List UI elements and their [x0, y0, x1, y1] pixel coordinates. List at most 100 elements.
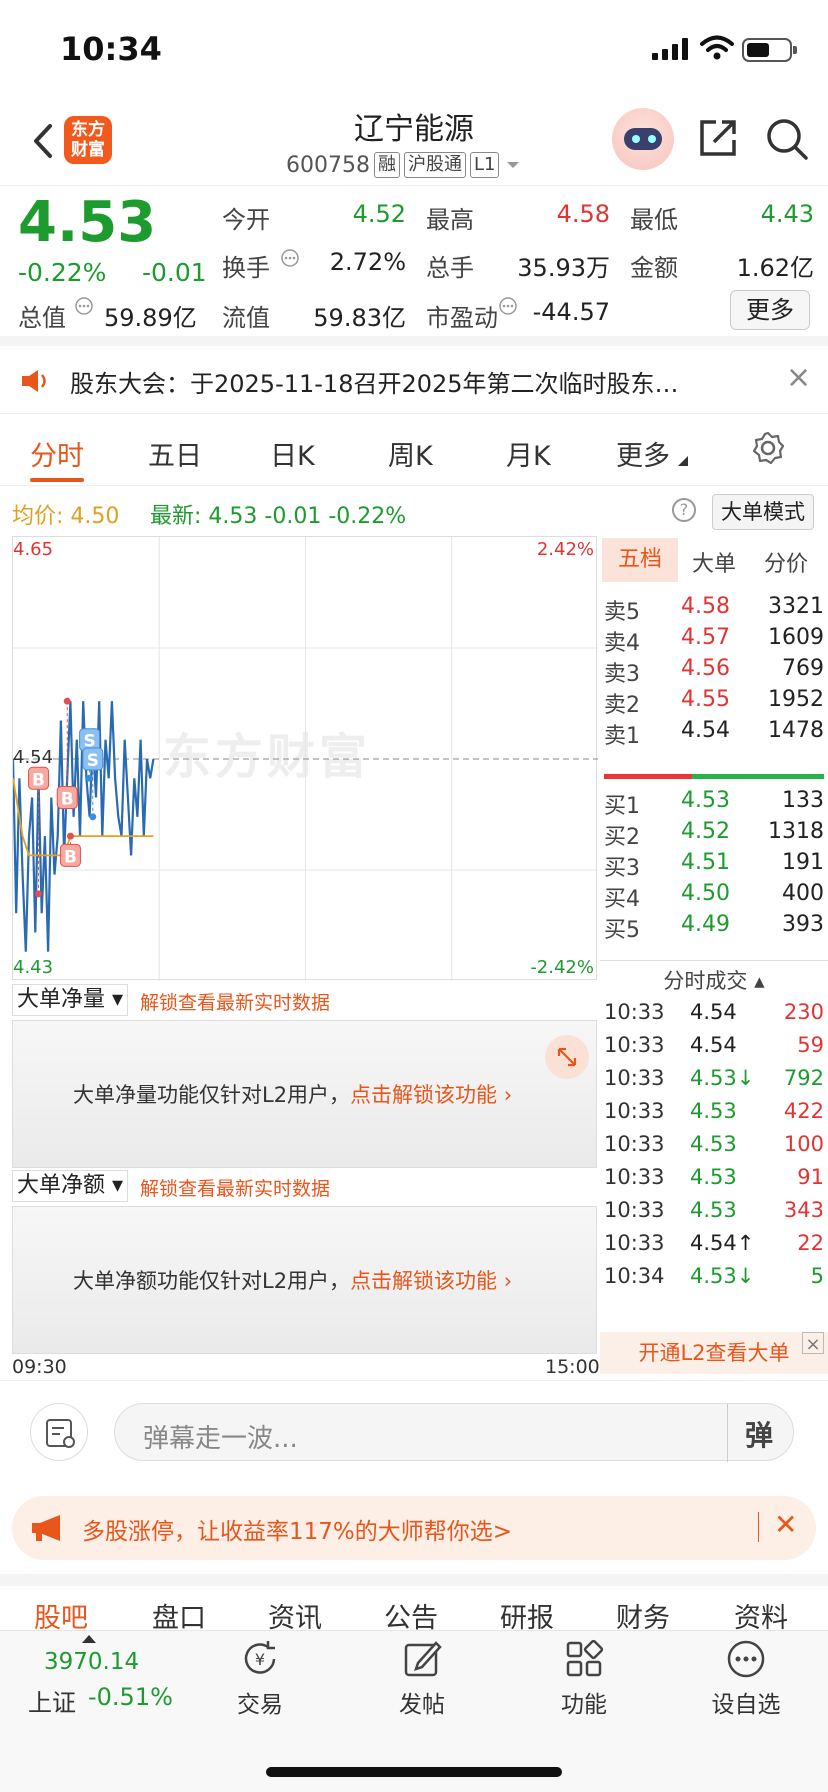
search-icon[interactable] — [764, 116, 810, 162]
chart-tabs: 分时 五日 日K 周K 月K 更多 — [0, 414, 828, 486]
ask-row[interactable]: 卖5 4.58 3321 — [600, 594, 824, 628]
promo-banner[interactable]: 多股涨停，让收益率117%的大师帮你选> ✕ — [12, 1496, 816, 1560]
x-start-label: 09:30 — [12, 1356, 67, 1378]
index-value[interactable]: 3970.14 — [44, 1649, 139, 1675]
market-cap-label: 总值 — [18, 304, 66, 332]
bid-row[interactable]: 买2 4.52 1318 — [600, 819, 824, 853]
info-dots-icon[interactable] — [498, 296, 518, 316]
trade-dot — [35, 890, 43, 898]
ask-row[interactable]: 卖3 4.56 769 — [600, 656, 824, 690]
danmu-settings-icon[interactable] — [30, 1403, 88, 1461]
tick-volume: 91 — [797, 1165, 824, 1189]
pe-value: -44.57 — [532, 298, 610, 326]
tab-price-dist[interactable]: 分价 — [764, 546, 808, 578]
home-indicator — [266, 1767, 562, 1777]
bid-row[interactable]: 买5 4.49 393 — [600, 912, 824, 946]
tab-weekly-k[interactable]: 周K — [388, 434, 433, 473]
tick-row: 10:33 4.54↑ 22 — [600, 1231, 824, 1263]
tick-price: 4.54 — [690, 1000, 737, 1024]
bid-volume: 133 — [782, 788, 824, 813]
tab-intraday[interactable]: 分时 — [30, 434, 84, 473]
index-name[interactable]: 上证 — [28, 1683, 76, 1718]
close-icon[interactable]: × — [802, 1332, 824, 1355]
tab-more[interactable]: 更多 — [616, 434, 670, 473]
speaker-icon — [22, 370, 46, 392]
unlock-feature-link-2[interactable]: 点击解锁该功能 › — [350, 1269, 512, 1293]
svg-text:¥: ¥ — [255, 1650, 265, 1669]
tick-row: 10:33 4.53 422 — [600, 1099, 824, 1131]
unlock-link-1[interactable]: 解锁查看最新实时数据 — [140, 988, 330, 1015]
bid-label: 买1 — [604, 794, 640, 819]
bid-price: 4.51 — [681, 850, 730, 875]
info-dots-icon[interactable] — [280, 248, 300, 268]
tab-five-day[interactable]: 五日 — [148, 434, 202, 473]
notice-text[interactable]: 股东大会：于2025-11-18召开2025年第二次临时股东… — [70, 364, 679, 399]
stock-header: 东方 财富 辽宁能源 600758 融 沪股通 L1 — [0, 100, 828, 186]
bid-row[interactable]: 买4 4.50 400 — [600, 881, 824, 915]
marker-label: B — [61, 790, 74, 810]
tick-row: 10:33 4.53 91 — [600, 1165, 824, 1197]
expand-icon[interactable] — [545, 1035, 589, 1079]
tab-daily-k[interactable]: 日K — [270, 434, 315, 473]
danmu-placeholder: 弹幕走一波... — [143, 1424, 298, 1454]
indicator-select-2[interactable]: 大单净额 ▾ — [12, 1170, 129, 1202]
assistant-robot-icon[interactable] — [612, 108, 674, 170]
tab-big-orders[interactable]: 大单 — [692, 546, 736, 578]
orderbook-tabs: 五档 大单 分价 — [600, 536, 828, 586]
more-button[interactable]: 更多 — [730, 290, 810, 330]
corner-triangle-icon — [678, 456, 688, 466]
ask-row[interactable]: 卖2 4.55 1952 — [600, 687, 824, 721]
close-icon[interactable]: ✕ — [774, 1508, 797, 1541]
tick-volume: 792 — [783, 1066, 824, 1090]
tab-five-levels[interactable]: 五档 — [602, 538, 678, 582]
chart-svg: BBBSS — [13, 537, 598, 981]
marker-label: S — [87, 751, 99, 771]
unlock-link-2[interactable]: 解锁查看最新实时数据 — [140, 1174, 330, 1201]
ask-label: 卖4 — [604, 631, 640, 656]
indicator-select-1[interactable]: 大单净量 ▾ — [12, 984, 129, 1016]
high-label: 最高 — [426, 206, 474, 234]
help-icon[interactable]: ? — [672, 498, 696, 522]
danmu-send-button[interactable]: 弹 — [745, 1414, 773, 1454]
index-percent[interactable]: -0.51% — [88, 1683, 173, 1711]
share-icon[interactable] — [696, 116, 740, 160]
bid-label: 买5 — [604, 918, 640, 943]
bid-row[interactable]: 买1 4.53 133 — [600, 788, 824, 822]
volume-label: 总手 — [426, 254, 474, 282]
ask-label: 卖2 — [604, 693, 640, 718]
bid-label: 买2 — [604, 825, 640, 850]
divider — [758, 1512, 759, 1542]
stock-code-line[interactable]: 600758 融 沪股通 L1 — [286, 152, 523, 178]
danmu-input[interactable]: 弹幕走一波... 弹 — [114, 1403, 794, 1462]
promo-text[interactable]: 多股涨停，让收益率117%的大师帮你选> — [82, 1512, 512, 1546]
bid-volume: 400 — [782, 881, 824, 906]
bid-label: 买4 — [604, 887, 640, 912]
ask-price: 4.56 — [681, 656, 730, 681]
wifi-icon — [700, 35, 734, 60]
tick-time: 10:34 — [604, 1264, 665, 1288]
big-order-mode-button[interactable]: 大单模式 — [712, 494, 814, 530]
tick-row: 10:33 4.53↓ 792 — [600, 1066, 824, 1098]
grid-icon — [566, 1639, 604, 1677]
content-tabs: 股吧 盘口 资讯 公告 研报 财务 资料 — [0, 1574, 828, 1634]
market-cap-value: 59.89亿 — [104, 304, 197, 332]
notice-bar[interactable]: 股东大会：于2025-11-18召开2025年第二次临时股东… × — [0, 346, 828, 414]
close-icon[interactable]: × — [786, 360, 811, 395]
x-end-label: 15:00 — [545, 1356, 600, 1378]
ask-volume: 1478 — [768, 718, 824, 743]
intraday-chart[interactable]: 东方财富 BBBSS 4.65 4.54 4.43 2.42% -2.42% — [12, 536, 598, 981]
info-dots-icon[interactable] — [74, 296, 94, 316]
float-cap-label: 流值 — [222, 304, 270, 332]
open-l2-banner[interactable]: 开通L2查看大单 × — [600, 1332, 828, 1374]
tick-time: 10:33 — [604, 1000, 665, 1024]
ticks-header[interactable]: 分时成交 ▴ — [600, 960, 828, 994]
gear-icon[interactable] — [750, 430, 786, 466]
tab-monthly-k[interactable]: 月K — [506, 434, 551, 473]
trade-icon: ¥ — [244, 1641, 276, 1674]
unlock-feature-link-1[interactable]: 点击解锁该功能 › — [350, 1083, 512, 1107]
tick-row: 10:33 4.54 230 — [600, 1000, 824, 1032]
bid-row[interactable]: 买3 4.51 191 — [600, 850, 824, 884]
y-right-top-label: 2.42% — [536, 539, 594, 560]
ask-row[interactable]: 卖1 4.54 1478 — [600, 718, 824, 752]
ask-row[interactable]: 卖4 4.57 1609 — [600, 625, 824, 659]
